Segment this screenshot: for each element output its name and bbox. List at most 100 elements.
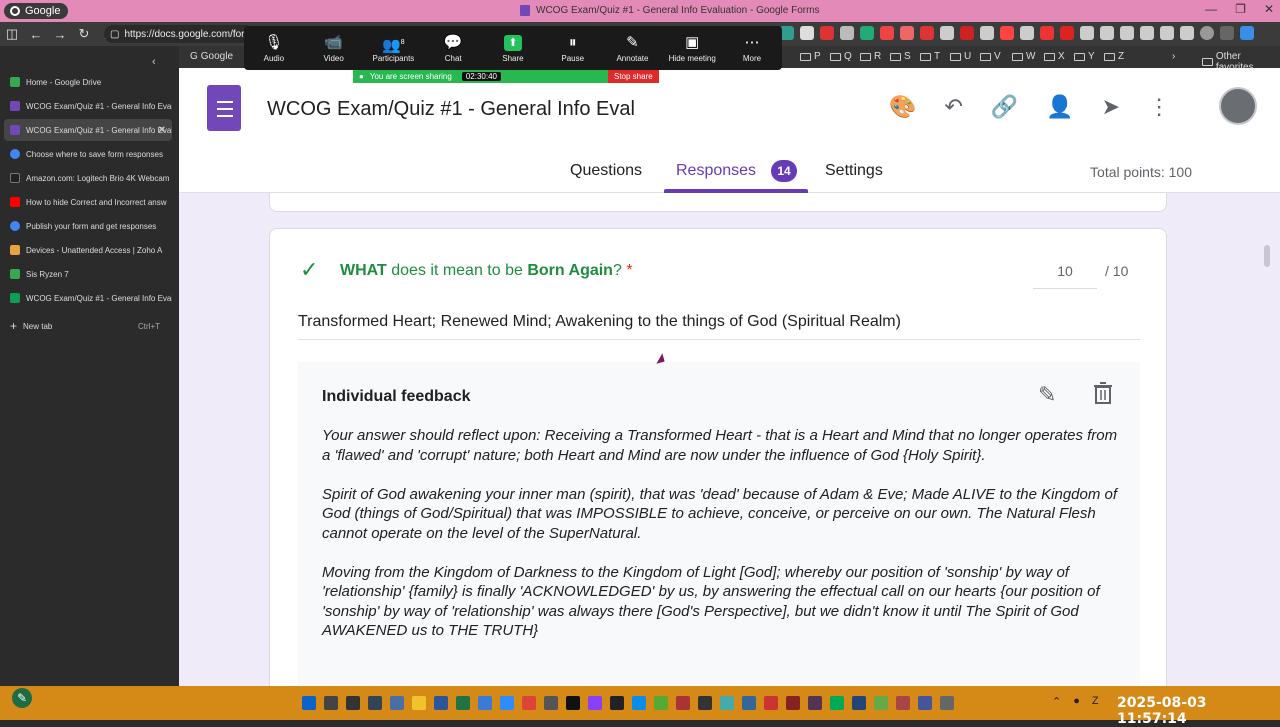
scrollbar-thumb[interactable] — [1264, 245, 1270, 267]
chrome-icon[interactable] — [522, 696, 536, 710]
search-icon[interactable] — [324, 696, 338, 710]
tab-item[interactable]: Devices - Unattended Access | Zoho A — [4, 239, 172, 261]
file-explorer-icon[interactable] — [412, 696, 426, 710]
profile-icon[interactable] — [1200, 26, 1214, 40]
extension-icon[interactable] — [1120, 26, 1134, 40]
tab-item[interactable]: Choose where to save form responses — [4, 143, 172, 165]
extension-icon[interactable] — [940, 26, 954, 40]
extension-icon[interactable] — [920, 26, 934, 40]
close-button[interactable]: ✕ — [1264, 2, 1274, 16]
undo-icon[interactable]: ↶ — [944, 94, 962, 120]
tab-item[interactable]: Sis Ryzen 7 — [4, 263, 172, 285]
forward-button[interactable]: → — [48, 27, 72, 42]
chevron-up-icon[interactable]: ⌃ — [1052, 695, 1061, 708]
score-input[interactable]: 10 — [1033, 259, 1097, 289]
app-icon[interactable] — [830, 696, 844, 710]
app-icon[interactable] — [544, 696, 558, 710]
participants-button[interactable]: 👥8 Participants — [365, 32, 421, 63]
bookmark-folder-p[interactable]: P — [800, 51, 821, 62]
hide-meeting-button[interactable]: ▣ Hide meeting — [664, 32, 720, 63]
tab-item[interactable]: Amazon.com: Logitech Brio 4K Webcam — [4, 167, 172, 189]
tab-item[interactable]: How to hide Correct and Incorrect answ — [4, 191, 172, 213]
publish-icon[interactable]: ➤ — [1102, 94, 1120, 120]
maximize-button[interactable]: ❐ — [1235, 2, 1246, 16]
close-tab-icon[interactable]: ✕ — [158, 125, 166, 136]
excel-icon[interactable] — [456, 696, 470, 710]
tab-item[interactable]: WCOG Exam/Quiz #1 - General Info Eval — [4, 287, 172, 309]
bookmark-google[interactable]: G Google — [190, 51, 233, 62]
address-bar[interactable]: ▢ https://docs.google.com/form — [104, 25, 254, 43]
bookmark-folder-y[interactable]: Y — [1074, 51, 1095, 62]
more-button[interactable]: ⋯ More — [724, 32, 780, 63]
audio-button[interactable]: 🎙 Audio — [246, 32, 302, 63]
app-icon[interactable] — [698, 696, 712, 710]
app-icon[interactable] — [478, 696, 492, 710]
extension-icon[interactable] — [780, 26, 794, 40]
app-icon[interactable] — [786, 696, 800, 710]
stop-share-button[interactable]: Stop share — [608, 70, 659, 83]
app-icon[interactable] — [852, 696, 866, 710]
app-switcher[interactable]: Google — [4, 3, 69, 19]
copilot-icon[interactable] — [1240, 26, 1254, 40]
app-icon[interactable] — [654, 696, 668, 710]
app-icon[interactable] — [808, 696, 822, 710]
pen-app-icon[interactable]: ✎ — [12, 688, 32, 708]
annotate-button[interactable]: ✎ Annotate — [604, 32, 660, 63]
extension-icon[interactable] — [1020, 26, 1034, 40]
bookmark-folder-v[interactable]: V — [980, 51, 1001, 62]
app-icon[interactable] — [896, 696, 910, 710]
extension-icon[interactable] — [800, 26, 814, 40]
app-icon[interactable] — [610, 696, 624, 710]
google-forms-logo-icon[interactable] — [207, 85, 241, 131]
app-icon[interactable] — [764, 696, 778, 710]
app-icon[interactable] — [742, 696, 756, 710]
extension-icon[interactable] — [960, 26, 974, 40]
collapse-sidebar-icon[interactable]: ‹ — [152, 56, 156, 68]
more-vert-icon[interactable]: ⋮ — [1148, 94, 1170, 120]
extension-icon[interactable] — [1000, 26, 1014, 40]
extension-icon[interactable] — [1080, 26, 1094, 40]
bookmark-folder-q[interactable]: Q — [830, 51, 852, 62]
app-icon[interactable] — [720, 696, 734, 710]
app-icon[interactable] — [566, 696, 580, 710]
bookmark-folder-s[interactable]: S — [890, 51, 911, 62]
edit-feedback-icon[interactable]: ✎ — [1038, 382, 1056, 408]
minimize-button[interactable]: — — [1205, 2, 1217, 16]
avatar[interactable] — [1219, 87, 1257, 125]
edge-icon[interactable] — [632, 696, 646, 710]
zoom-icon[interactable] — [500, 696, 514, 710]
pause-button[interactable]: ⏸ Pause — [545, 32, 601, 63]
app-icon[interactable] — [676, 696, 690, 710]
bookmark-folder-w[interactable]: W — [1012, 51, 1035, 62]
tab-responses[interactable]: Responses — [676, 162, 756, 180]
extension-icon[interactable] — [1040, 26, 1054, 40]
video-button[interactable]: 📹 Video — [306, 32, 362, 63]
menu-icon[interactable] — [1220, 26, 1234, 40]
bookmark-folder-u[interactable]: U — [950, 51, 971, 62]
tab-item[interactable]: Home - Google Drive — [4, 71, 172, 93]
reload-button[interactable]: ↻ — [72, 26, 96, 42]
app-icon[interactable] — [940, 696, 954, 710]
bookmark-folder-t[interactable]: T — [920, 51, 940, 62]
extension-icon[interactable] — [820, 26, 834, 40]
extension-icon[interactable] — [1160, 26, 1174, 40]
system-clock[interactable]: 2025-08-03 11:57:14 — [1117, 695, 1280, 727]
word-icon[interactable] — [434, 696, 448, 710]
chevron-right-icon[interactable]: › — [1172, 51, 1175, 62]
chat-button[interactable]: 💬 Chat — [425, 32, 481, 63]
extension-icon[interactable] — [1060, 26, 1074, 40]
tab-item-active[interactable]: WCOG Exam/Quiz #1 - General Info Eval ✕ — [4, 119, 172, 141]
tab-settings[interactable]: Settings — [825, 162, 883, 180]
task-view-icon[interactable] — [346, 696, 360, 710]
sidebar-toggle-icon[interactable]: ◫ — [0, 26, 24, 42]
new-tab-button[interactable]: + New tab Ctrl+T — [4, 315, 172, 337]
tab-item[interactable]: Publish your form and get responses — [4, 215, 172, 237]
extension-icon[interactable] — [980, 26, 994, 40]
back-button[interactable]: ← — [24, 27, 48, 42]
bookmark-folder-z[interactable]: Z — [1104, 51, 1124, 62]
app-tray-icon[interactable]: Z — [1092, 695, 1099, 708]
network-icon[interactable]: ● — [1073, 695, 1080, 708]
delete-feedback-icon[interactable] — [1094, 382, 1112, 404]
app-icon[interactable] — [874, 696, 888, 710]
app-icon[interactable] — [588, 696, 602, 710]
